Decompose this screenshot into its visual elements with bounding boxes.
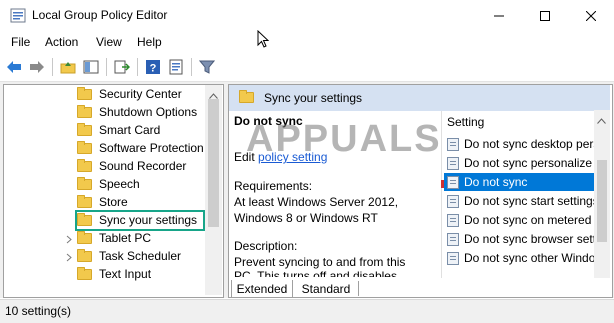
policy-icon xyxy=(447,194,459,208)
folder-icon xyxy=(77,194,92,208)
expand-chevron-icon[interactable] xyxy=(66,233,72,247)
export-list-icon[interactable] xyxy=(112,57,132,77)
tree-item[interactable]: Sound Recorder xyxy=(77,157,186,175)
toolbar-separator xyxy=(106,58,107,76)
menu-file[interactable]: File xyxy=(11,35,30,49)
menu-action[interactable]: Action xyxy=(45,35,78,49)
setting-row[interactable]: Do not sync start settings xyxy=(444,192,596,210)
tree-item[interactable]: Smart Card xyxy=(77,121,160,139)
policy-icon xyxy=(447,156,459,170)
watermark-logo: APPUALS xyxy=(246,118,442,160)
properties-icon[interactable] xyxy=(166,57,186,77)
tree-item[interactable]: Security Center xyxy=(77,85,182,103)
folder-icon xyxy=(77,230,92,244)
back-arrow-icon[interactable] xyxy=(4,57,24,77)
setting-row[interactable]: Do not sync other Windows xyxy=(444,249,596,267)
folder-icon xyxy=(77,266,92,280)
toolbar-separator xyxy=(191,58,192,76)
tree-item[interactable]: Software Protection xyxy=(77,139,204,157)
mouse-cursor-icon xyxy=(257,29,270,51)
setting-row-selected[interactable]: Do not sync xyxy=(444,173,596,191)
status-bar xyxy=(0,299,614,323)
policy-icon xyxy=(447,213,459,227)
description-text: PC. This turns off and disables xyxy=(234,269,397,277)
status-text: 10 setting(s) xyxy=(5,304,72,318)
menu-bar xyxy=(0,31,614,53)
folder-icon xyxy=(77,86,92,100)
setting-column-header[interactable]: Setting xyxy=(447,115,484,129)
expand-chevron-icon[interactable] xyxy=(66,251,72,265)
settings-scroll-thumb[interactable] xyxy=(597,160,607,242)
tab-extended[interactable]: Extended xyxy=(231,280,293,298)
tree-item[interactable]: Task Scheduler xyxy=(77,247,181,265)
requirements-text: Windows 8 or Windows RT xyxy=(234,211,378,225)
help-icon[interactable]: ? xyxy=(143,57,163,77)
requirements-label: Requirements: xyxy=(234,179,313,193)
tree-item[interactable]: Speech xyxy=(77,175,140,193)
setting-row[interactable]: Do not sync on metered xyxy=(444,211,596,229)
window-title: Local Group Policy Editor xyxy=(32,8,168,22)
selection-highlight xyxy=(75,210,205,231)
folder-icon xyxy=(77,176,92,190)
filter-icon[interactable] xyxy=(197,57,217,77)
close-button[interactable] xyxy=(568,0,614,31)
up-folder-icon[interactable] xyxy=(58,57,78,77)
cursor-marker-icon xyxy=(441,177,444,191)
maximize-button[interactable] xyxy=(522,0,568,31)
show-hide-tree-icon[interactable] xyxy=(81,57,101,77)
setting-row[interactable]: Do not sync browser settings xyxy=(444,230,596,248)
requirements-text: At least Windows Server 2012, xyxy=(234,195,399,209)
folder-icon xyxy=(77,104,92,118)
policy-icon xyxy=(447,251,459,265)
menu-view[interactable]: View xyxy=(96,35,122,49)
folder-icon xyxy=(77,248,92,262)
tab-standard[interactable]: Standard xyxy=(295,280,357,298)
policy-icon xyxy=(447,175,459,189)
forward-arrow-icon[interactable] xyxy=(27,57,47,77)
folder-icon xyxy=(77,122,92,136)
folder-icon xyxy=(239,90,261,106)
svg-text:?: ? xyxy=(150,63,157,75)
tree-item[interactable]: Store xyxy=(77,193,128,211)
app-icon xyxy=(10,8,26,23)
setting-row[interactable]: Do not sync desktop persona xyxy=(444,135,596,153)
minimize-button[interactable] xyxy=(476,0,522,31)
policy-icon xyxy=(447,232,459,246)
folder-icon xyxy=(77,158,92,172)
folder-icon xyxy=(77,140,92,154)
category-title: Sync your settings xyxy=(264,91,363,105)
description-label: Description: xyxy=(234,239,298,253)
tab-divider xyxy=(358,281,359,296)
toolbar-separator xyxy=(52,58,53,76)
tree-scroll-thumb[interactable] xyxy=(208,99,219,227)
tree-item[interactable]: Tablet PC xyxy=(77,229,151,247)
setting-row[interactable]: Do not sync personalize xyxy=(444,154,596,172)
toolbar-separator xyxy=(137,58,138,76)
tree-scrollbar[interactable] xyxy=(205,85,222,295)
scroll-up-icon[interactable] xyxy=(597,113,606,127)
settings-scrollbar[interactable] xyxy=(594,110,610,278)
tree-item[interactable]: Shutdown Options xyxy=(77,103,197,121)
tree-item[interactable]: Text Input xyxy=(77,265,151,283)
menu-help[interactable]: Help xyxy=(137,35,162,49)
policy-icon xyxy=(447,137,459,151)
